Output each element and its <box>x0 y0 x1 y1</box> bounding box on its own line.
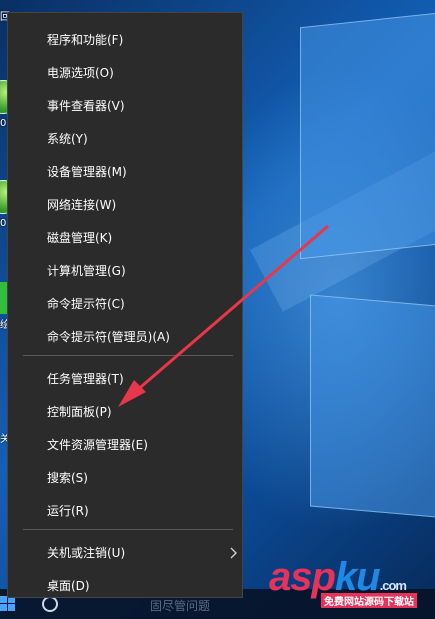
watermark-logo: aspku.com 免费网站源码下载站 <box>263 555 435 619</box>
watermark-brand-c: .com <box>379 578 407 593</box>
watermark-tagline: 免费网站源码下载站 <box>321 593 417 608</box>
annotation-arrow <box>118 224 329 407</box>
